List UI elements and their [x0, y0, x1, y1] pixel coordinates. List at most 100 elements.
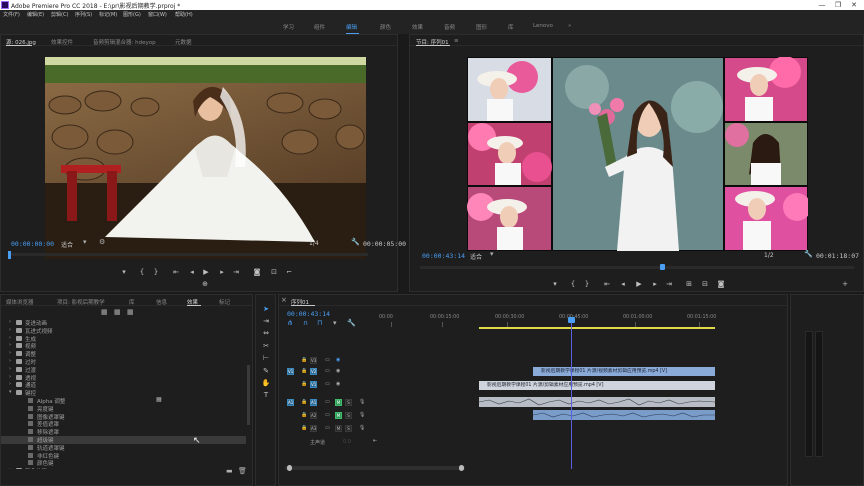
add-button-icon[interactable]: + [840, 280, 850, 288]
source-timecode[interactable]: 00:00:00:00 [11, 240, 54, 248]
effects-tree-item[interactable]: ▾ 键控 [1, 389, 246, 397]
solo-button[interactable]: S [345, 412, 352, 419]
tab-project[interactable]: 项目: 影视后期教学 [57, 298, 105, 306]
mute-button[interactable]: M [335, 399, 342, 406]
effects-tree-item[interactable]: › 瓦进式视频 [1, 327, 246, 335]
step-back-button[interactable]: ◂ [618, 280, 628, 288]
expand-arrow-icon[interactable]: › [9, 327, 11, 333]
menu-window[interactable]: 窗口(W) [148, 11, 167, 18]
add-marker-icon[interactable]: ⊓ [317, 319, 322, 327]
track-target-v3[interactable]: V3 [310, 357, 317, 364]
lock-icon[interactable]: 🔒 [301, 357, 307, 363]
extract-icon[interactable]: ⊟ [700, 280, 710, 288]
accelerated-effects-icon[interactable]: ▦ [101, 308, 108, 316]
microphone-icon[interactable]: 🎙 [359, 399, 365, 405]
mute-button[interactable]: M [335, 412, 342, 419]
lock-icon[interactable]: 🔒 [301, 368, 307, 374]
workspace-more-button[interactable]: » [568, 23, 571, 29]
expand-arrow-icon[interactable]: ▾ [9, 389, 12, 395]
tab-markers[interactable]: 标记 [219, 298, 230, 306]
slip-tool-icon[interactable]: ⊢ [261, 354, 271, 362]
program-resolution-fraction[interactable]: 1/2 [764, 252, 774, 259]
button-editor-icon[interactable]: ⊕ [200, 280, 210, 288]
eye-icon[interactable]: ◉ [336, 357, 340, 363]
menu-sequence[interactable]: 序列(S) [75, 11, 92, 18]
yuv-effects-icon[interactable]: ▦ [127, 308, 134, 316]
audio-clip-a1[interactable] [478, 397, 716, 407]
lock-icon[interactable]: 🔒 [301, 412, 307, 418]
microphone-icon[interactable]: 🎙 [359, 425, 365, 431]
camera-icon[interactable]: ◙ [716, 280, 726, 288]
close-button[interactable]: ✕ [846, 0, 862, 10]
maximize-button[interactable]: ❐ [830, 0, 846, 10]
track-target-a2[interactable]: A2 [310, 412, 317, 419]
track-target-v2[interactable]: V2 [310, 368, 317, 375]
step-forward-button[interactable]: ▸ [650, 280, 660, 288]
effects-tree-item[interactable]: 轨道遮罩键 [1, 444, 246, 452]
timeline-timecode[interactable]: 00:00:43:14 [287, 310, 330, 318]
master-volume-value[interactable]: 0.0 [343, 439, 351, 445]
add-marker-button[interactable]: ▾ [119, 268, 129, 276]
sync-lock-icon[interactable]: ▭ [325, 399, 330, 405]
mark-in-button[interactable]: { [137, 268, 147, 276]
sync-lock-icon[interactable]: ▭ [325, 412, 330, 418]
effects-tree-item[interactable]: › 过渡 [1, 366, 246, 374]
panel-menu-icon[interactable]: ≡ [454, 38, 459, 44]
go-to-in-button[interactable]: ⇤ [602, 280, 612, 288]
effects-tree-item[interactable]: › 透视 [1, 374, 246, 382]
tab-audio-clip-mixer[interactable]: 音频剪辑混合器: hdeyop [93, 38, 156, 46]
menu-clip[interactable]: 剪辑(C) [51, 11, 68, 18]
effects-tree-item[interactable]: › 过时 [1, 358, 246, 366]
sync-lock-icon[interactable]: ▭ [325, 368, 330, 374]
effects-tree-item[interactable]: 图像遮罩键 [1, 413, 246, 421]
solo-button[interactable]: S [345, 399, 352, 406]
sync-lock-icon[interactable]: ▭ [325, 357, 330, 363]
go-to-out-button[interactable]: ⇥ [231, 268, 241, 276]
source-patch-v1[interactable]: V1 [287, 368, 294, 375]
effects-tree-item[interactable]: 颜色键 [1, 459, 246, 467]
delete-icon[interactable]: 🗑 [238, 467, 247, 475]
wrench-icon[interactable]: 🔧 [351, 238, 360, 246]
effects-tree-item[interactable]: › 生成 [1, 335, 246, 343]
solo-button[interactable]: S [345, 425, 352, 432]
mark-out-button[interactable]: } [151, 268, 161, 276]
effects-tree-item[interactable]: › 变进动画 [1, 319, 246, 327]
expand-arrow-icon[interactable]: › [9, 342, 11, 348]
expand-arrow-icon[interactable]: › [9, 366, 11, 372]
effects-tree-item[interactable]: 差值遮罩 [1, 420, 246, 428]
scroll-handle-right[interactable] [459, 465, 464, 471]
linked-selection-icon[interactable]: ∩ [303, 319, 308, 327]
workspace-effects[interactable]: 效果 [412, 23, 423, 31]
razor-tool-icon[interactable]: ✂ [261, 342, 271, 350]
work-area-bar[interactable] [479, 327, 715, 329]
audio-clip-a2[interactable] [532, 410, 715, 420]
effects-tree-item[interactable]: › 通道 [1, 381, 246, 389]
eye-icon[interactable]: ◉ [336, 381, 340, 387]
timeline-scrollbar[interactable] [285, 466, 465, 470]
microphone-icon[interactable]: 🎙 [359, 412, 365, 418]
pen-tool-icon[interactable]: ✎ [261, 367, 271, 375]
source-fit-select[interactable]: 适合 [61, 240, 73, 249]
32bit-effects-icon[interactable]: ▦ [114, 308, 121, 316]
go-to-end-icon[interactable]: ⇤ [373, 438, 377, 444]
camera-icon[interactable]: ◙ [252, 268, 262, 276]
type-tool-icon[interactable]: T [261, 391, 271, 399]
tab-effect-controls[interactable]: 效果控件 [51, 38, 73, 46]
menu-file[interactable]: 文件(F) [3, 11, 20, 18]
program-playhead[interactable] [660, 264, 665, 270]
chevron-down-icon[interactable]: ▾ [490, 250, 494, 258]
minimize-button[interactable]: — [814, 0, 830, 10]
lock-icon[interactable]: 🔒 [301, 425, 307, 431]
tab-info[interactable]: 信息 [156, 298, 167, 306]
track-target-v1[interactable]: V1 [310, 381, 317, 388]
workspace-color[interactable]: 颜色 [380, 23, 391, 31]
effects-tree-item[interactable]: 移除遮罩 [1, 428, 246, 436]
track-select-tool-icon[interactable]: ⇥ [261, 317, 271, 325]
track-target-a3[interactable]: A3 [310, 425, 317, 432]
new-folder-icon[interactable]: ▬ [226, 467, 233, 475]
source-playhead[interactable] [8, 251, 11, 259]
tab-libraries[interactable]: 库 [129, 298, 135, 306]
workspace-audio[interactable]: 音频 [444, 23, 455, 31]
program-fit-select[interactable]: 适合 [470, 252, 482, 261]
eye-icon[interactable]: ◉ [336, 368, 340, 374]
